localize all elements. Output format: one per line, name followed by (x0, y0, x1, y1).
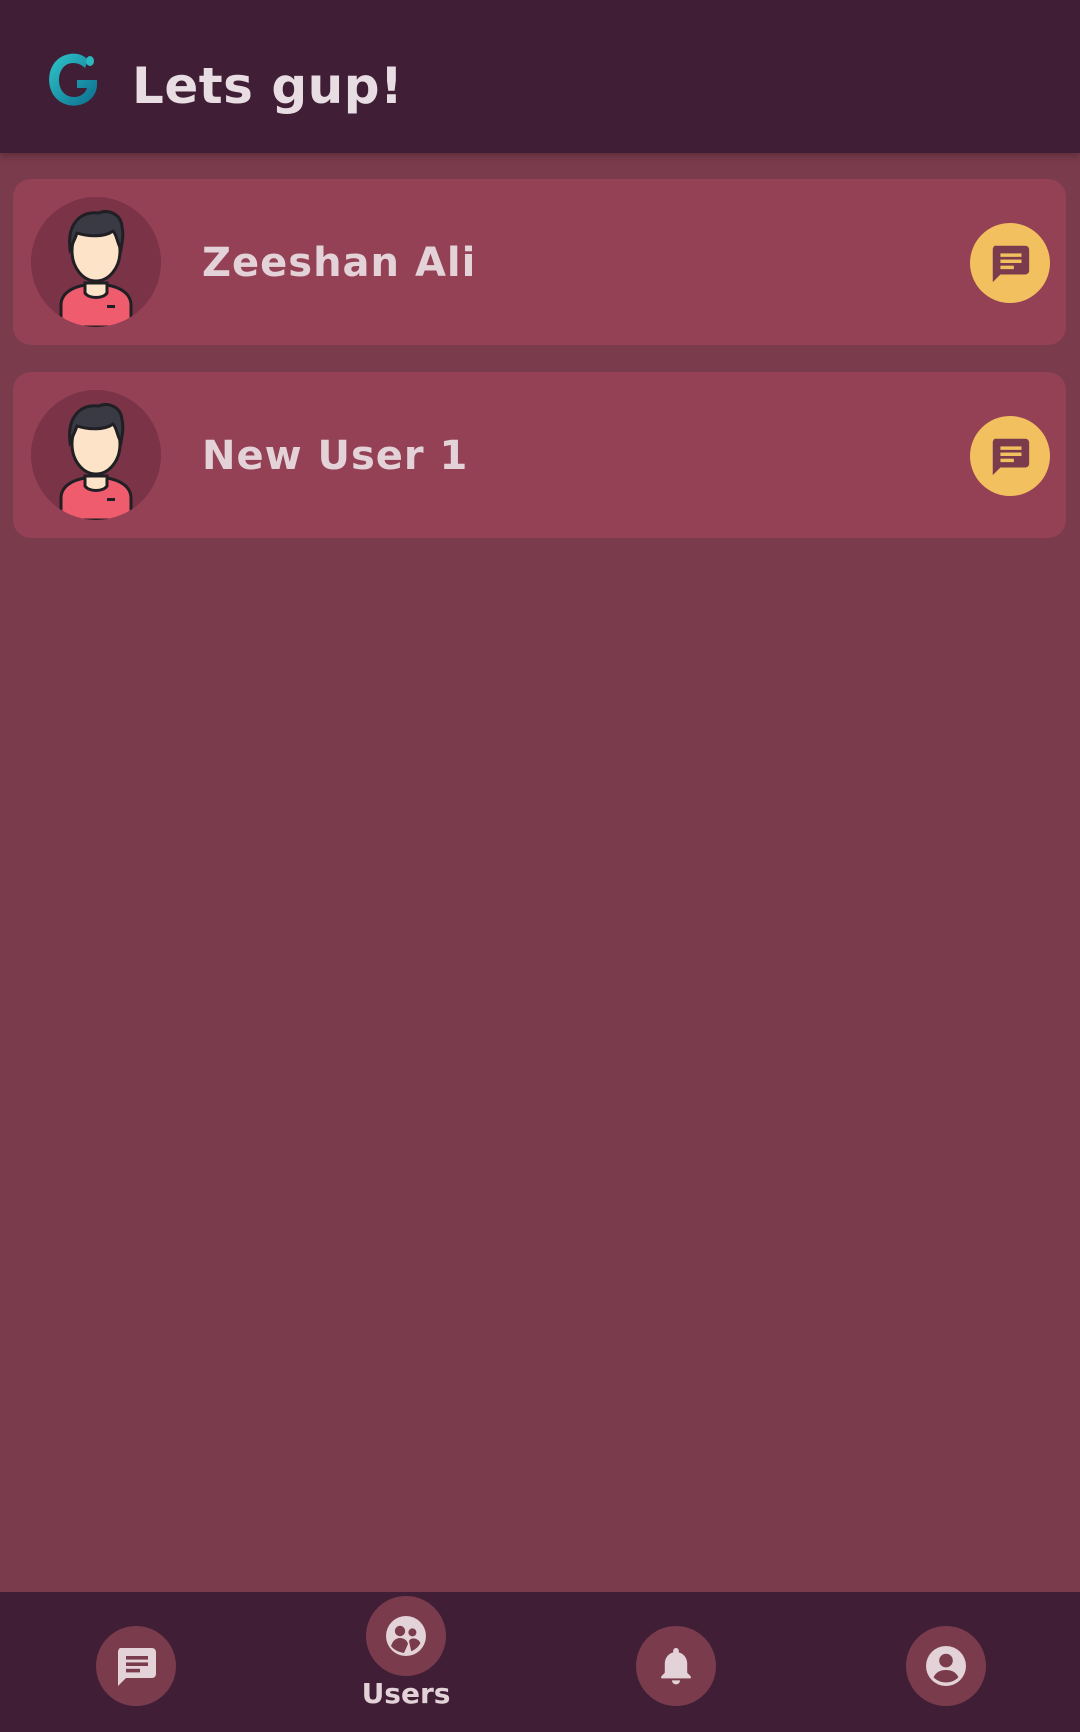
nav-label-users[interactable]: Users (326, 1676, 486, 1712)
app-title: Lets gup! (132, 57, 404, 115)
nav-item-chats[interactable] (96, 1626, 176, 1706)
chat-button[interactable] (970, 416, 1050, 496)
user-card[interactable]: Zeeshan Ali (13, 179, 1066, 345)
chat-icon (992, 438, 1030, 476)
chat-button[interactable] (970, 223, 1050, 303)
chat-icon (118, 1648, 156, 1686)
user-list: Zeeshan Ali New User 1 (13, 179, 1066, 565)
nav-item-profile[interactable] (906, 1626, 986, 1706)
g-logo-icon (44, 50, 100, 110)
account-icon (926, 1646, 966, 1686)
nav-item-users[interactable] (366, 1596, 446, 1676)
user-name: New User 1 (202, 433, 469, 479)
nav-item-notifications[interactable] (636, 1626, 716, 1706)
bottom-nav: Users (0, 1592, 1080, 1732)
chat-icon (992, 245, 1030, 283)
male-avatar-icon (31, 197, 161, 327)
user-card[interactable]: New User 1 (13, 372, 1066, 538)
bell-icon (661, 1648, 691, 1685)
user-name: Zeeshan Ali (202, 240, 477, 286)
male-avatar-icon (31, 390, 161, 520)
users-icon (386, 1616, 426, 1656)
app-bar: Lets gup! (0, 0, 1080, 153)
